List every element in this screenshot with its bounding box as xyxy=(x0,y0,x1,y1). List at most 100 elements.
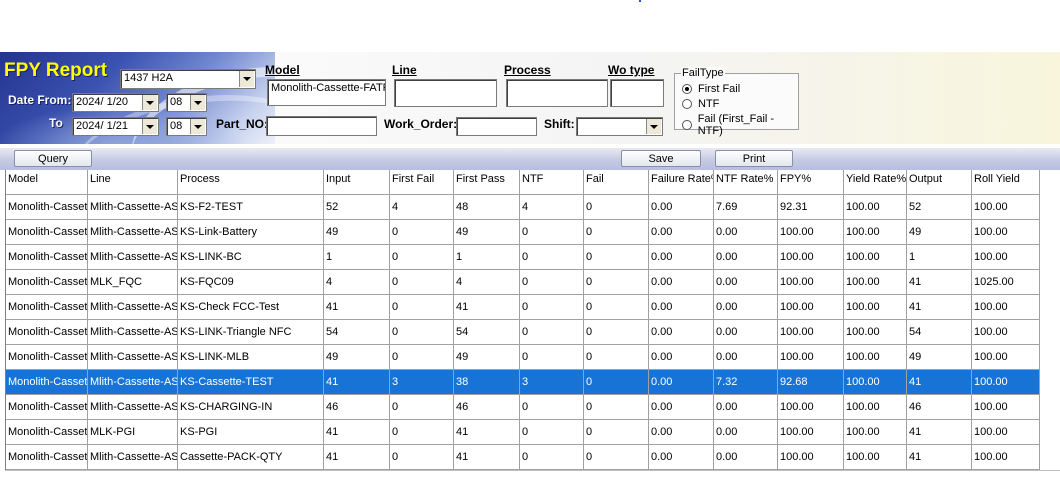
table-cell[interactable]: 0 xyxy=(584,270,649,295)
table-cell[interactable]: Monolith-Cassette xyxy=(6,195,88,220)
date-from-hour-select[interactable]: 08 xyxy=(166,93,207,112)
table-cell[interactable]: 0.00 xyxy=(649,445,714,470)
table-cell[interactable]: 4 xyxy=(520,195,584,220)
table-cell[interactable]: 41 xyxy=(454,445,520,470)
chevron-down-icon[interactable] xyxy=(190,95,205,110)
table-cell[interactable]: 100.00 xyxy=(844,395,907,420)
table-row[interactable]: Monolith-CassetteMlith-Cassette-ASSYKS-C… xyxy=(6,395,1040,420)
table-cell[interactable]: 49 xyxy=(454,345,520,370)
model-field[interactable]: Monolith-Cassette-FATF xyxy=(267,79,386,106)
table-cell[interactable]: 100.00 xyxy=(972,395,1040,420)
table-cell[interactable]: 100.00 xyxy=(778,220,844,245)
table-cell[interactable]: 0 xyxy=(390,270,454,295)
table-cell[interactable]: 0 xyxy=(584,370,649,395)
table-cell[interactable]: 0 xyxy=(520,345,584,370)
table-cell[interactable]: KS-PGI xyxy=(178,420,324,445)
table-cell[interactable]: 0 xyxy=(584,195,649,220)
table-row[interactable]: Monolith-CassetteMlith-Cassette-ASSYKS-L… xyxy=(6,320,1040,345)
table-cell[interactable]: 100.00 xyxy=(778,445,844,470)
wo-type-field[interactable] xyxy=(610,79,664,107)
table-cell[interactable]: 100.00 xyxy=(844,420,907,445)
table-cell[interactable]: 54 xyxy=(324,320,390,345)
table-cell[interactable]: 100.00 xyxy=(844,270,907,295)
table-cell[interactable]: 4 xyxy=(324,270,390,295)
table-cell[interactable]: 0 xyxy=(584,320,649,345)
table-cell[interactable]: MLK_FQC xyxy=(88,270,178,295)
table-row[interactable]: Monolith-CassetteMlith-Cassette-ASSYKS-F… xyxy=(6,195,1040,220)
table-cell[interactable]: KS-LINK-BC xyxy=(178,245,324,270)
table-cell[interactable]: 0 xyxy=(584,345,649,370)
table-cell[interactable]: 41 xyxy=(454,420,520,445)
table-header[interactable]: Model Line Process Input First Fail First Pas… xyxy=(6,170,1040,195)
column-header[interactable]: Fail xyxy=(584,170,649,195)
table-cell[interactable]: 0.00 xyxy=(649,395,714,420)
table-cell[interactable]: 41 xyxy=(454,295,520,320)
table-cell[interactable]: 0 xyxy=(390,245,454,270)
table-cell[interactable]: KS-CHARGING-IN xyxy=(178,395,324,420)
table-row[interactable]: Monolith-CassetteMlith-Cassette-ASSYKS-L… xyxy=(6,245,1040,270)
table-cell[interactable]: KS-Cassette-TEST xyxy=(178,370,324,395)
part-no-field[interactable] xyxy=(266,116,377,136)
table-cell[interactable]: 41 xyxy=(907,270,972,295)
table-cell[interactable]: 100.00 xyxy=(844,370,907,395)
table-cell[interactable]: 41 xyxy=(907,370,972,395)
table-cell[interactable]: 0 xyxy=(584,295,649,320)
column-header[interactable]: NTF xyxy=(520,170,584,195)
table-cell[interactable]: KS-Check FCC-Test xyxy=(178,295,324,320)
column-header[interactable]: Line xyxy=(88,170,178,195)
table-cell[interactable]: 0.00 xyxy=(714,445,778,470)
chevron-down-icon[interactable] xyxy=(239,71,254,87)
table-row[interactable]: Monolith-CassetteMlith-Cassette-ASSYKS-C… xyxy=(6,295,1040,320)
table-cell[interactable]: 100.00 xyxy=(844,195,907,220)
table-cell[interactable]: 0 xyxy=(520,420,584,445)
table-cell[interactable]: KS-LINK-MLB xyxy=(178,345,324,370)
table-cell[interactable]: Mlith-Cassette-ASSY xyxy=(88,370,178,395)
table-cell[interactable]: 100.00 xyxy=(844,220,907,245)
table-cell[interactable]: 0 xyxy=(584,245,649,270)
table-cell[interactable]: 100.00 xyxy=(972,445,1040,470)
column-header[interactable]: Output xyxy=(907,170,972,195)
table-cell[interactable]: 0.00 xyxy=(714,295,778,320)
table-cell[interactable]: 100.00 xyxy=(778,270,844,295)
table-cell[interactable]: 0.00 xyxy=(649,195,714,220)
column-header[interactable]: Failure Rate% xyxy=(649,170,714,195)
table-cell[interactable]: 0 xyxy=(390,420,454,445)
table-cell[interactable]: 0.00 xyxy=(649,370,714,395)
chevron-down-icon[interactable] xyxy=(142,95,157,110)
table-cell[interactable]: 0 xyxy=(584,220,649,245)
table-cell[interactable]: 0.00 xyxy=(649,220,714,245)
date-to-hour-select[interactable]: 08 xyxy=(166,117,207,136)
table-cell[interactable]: 49 xyxy=(324,220,390,245)
table-cell[interactable]: 0 xyxy=(390,220,454,245)
table-cell[interactable]: Monolith-Cassette xyxy=(6,370,88,395)
table-cell[interactable]: 46 xyxy=(907,395,972,420)
radio-first-fail[interactable]: First Fail xyxy=(682,83,740,95)
table-cell[interactable]: 4 xyxy=(390,195,454,220)
table-cell[interactable]: 7.69 xyxy=(714,195,778,220)
table-cell[interactable]: Mlith-Cassette-ASSY xyxy=(88,245,178,270)
column-header[interactable]: Roll Yield xyxy=(972,170,1040,195)
table-cell[interactable]: 100.00 xyxy=(972,220,1040,245)
table-cell[interactable]: 0.00 xyxy=(649,345,714,370)
column-header[interactable]: Model xyxy=(6,170,88,195)
table-cell[interactable]: 0.00 xyxy=(714,220,778,245)
table-cell[interactable]: 100.00 xyxy=(972,295,1040,320)
column-header[interactable]: NTF Rate% xyxy=(714,170,778,195)
shift-select[interactable] xyxy=(576,117,663,136)
table-cell[interactable]: 7.32 xyxy=(714,370,778,395)
column-header[interactable]: FPY% xyxy=(778,170,844,195)
table-row[interactable]: Monolith-CassetteMlith-Cassette-ASSYCass… xyxy=(6,445,1040,470)
table-cell[interactable]: 0 xyxy=(390,320,454,345)
table-cell[interactable]: KS-F2-TEST xyxy=(178,195,324,220)
table-cell[interactable]: 0 xyxy=(390,295,454,320)
table-cell[interactable]: 0 xyxy=(520,320,584,345)
table-cell[interactable]: 100.00 xyxy=(778,295,844,320)
table-cell[interactable]: 0.00 xyxy=(714,345,778,370)
radio-ntf[interactable]: NTF xyxy=(682,98,719,110)
table-cell[interactable]: 0.00 xyxy=(714,395,778,420)
table-cell[interactable]: 100.00 xyxy=(778,395,844,420)
table-cell[interactable]: 0.00 xyxy=(714,270,778,295)
product-select[interactable]: 1437 H2A xyxy=(120,69,256,89)
table-cell[interactable]: 0.00 xyxy=(649,320,714,345)
table-cell[interactable]: 0.00 xyxy=(649,245,714,270)
